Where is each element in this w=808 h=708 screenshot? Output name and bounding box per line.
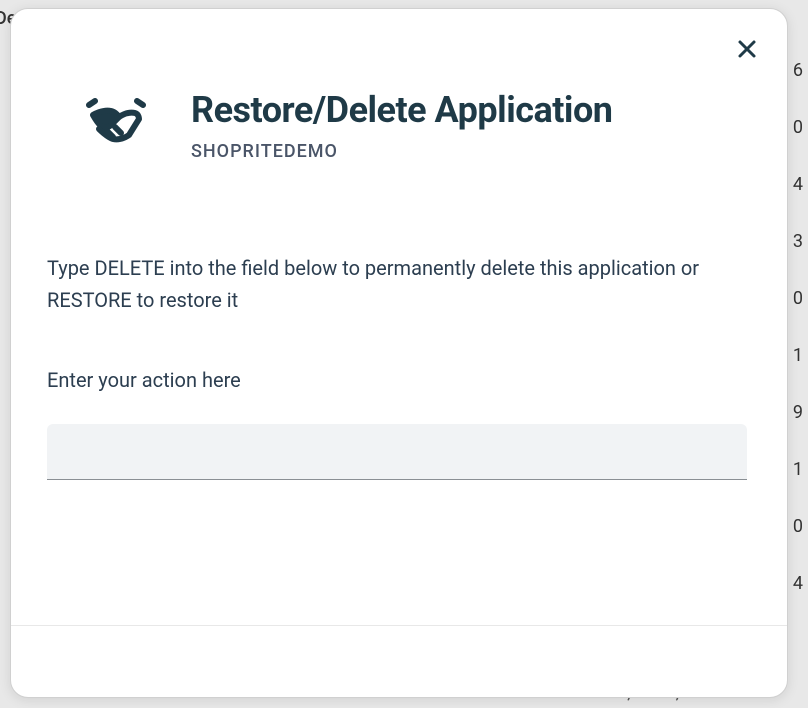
close-button[interactable]: [735, 37, 759, 61]
modal-title: Restore/Delete Application: [191, 89, 612, 131]
handshake-icon: [81, 97, 151, 161]
restore-delete-modal: Restore/Delete Application SHOPRITEDEMO …: [10, 8, 788, 698]
modal-header: Restore/Delete Application SHOPRITEDEMO: [11, 9, 787, 162]
modal-body: Type DELETE into the field below to perm…: [11, 162, 787, 625]
action-input-label: Enter your action here: [47, 368, 747, 392]
modal-subtitle: SHOPRITEDEMO: [191, 141, 612, 162]
modal-footer: [11, 625, 787, 697]
instructions-text: Type DELETE into the field below to perm…: [47, 252, 747, 316]
modal-overlay: Restore/Delete Application SHOPRITEDEMO …: [0, 0, 808, 708]
close-icon: [737, 39, 757, 59]
action-input[interactable]: [47, 424, 747, 480]
